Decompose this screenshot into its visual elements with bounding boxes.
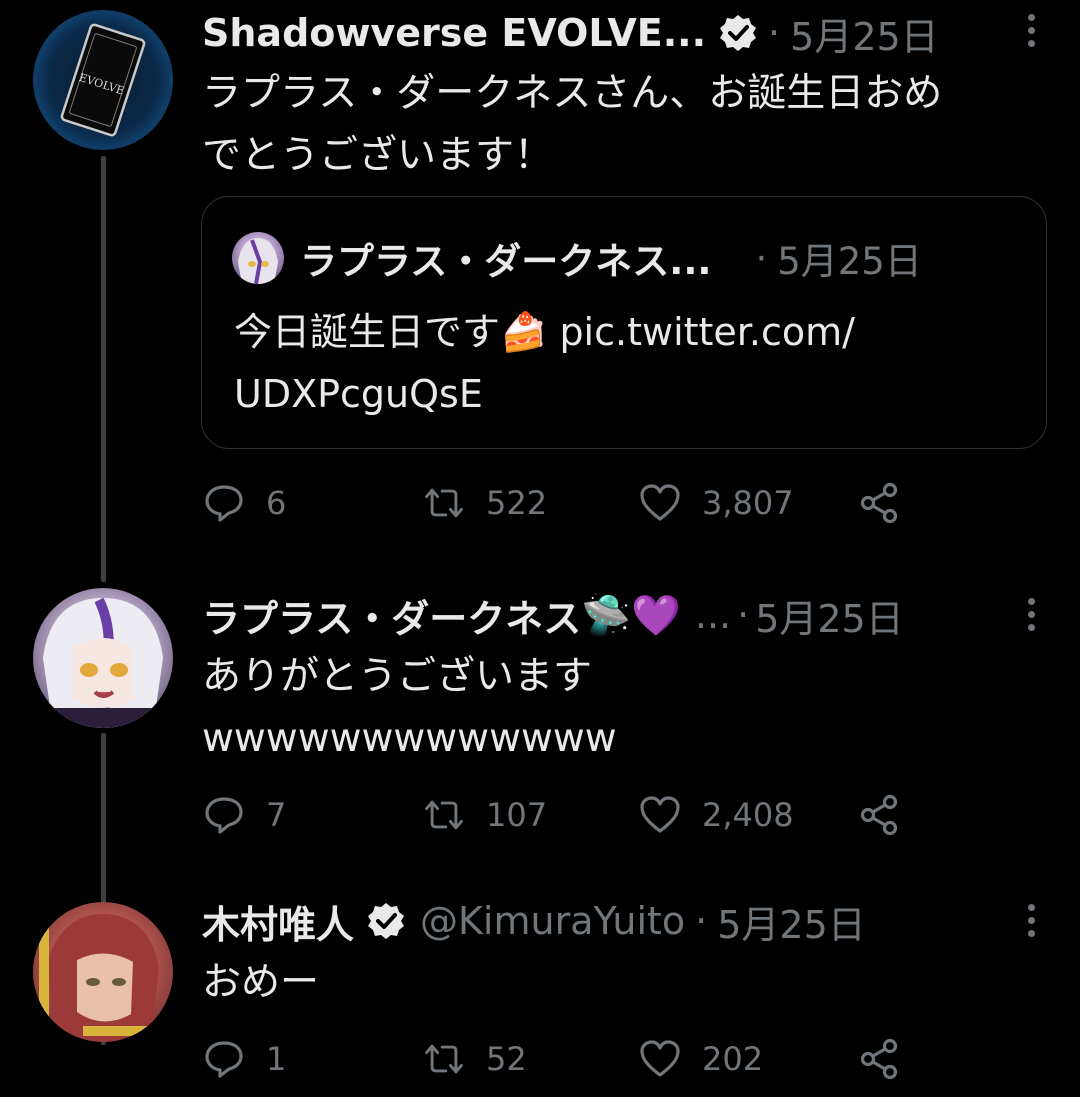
tweet-actions: 6 522 3,807 <box>202 478 922 528</box>
heart-icon <box>640 796 680 833</box>
reply-count: 7 <box>266 796 287 834</box>
more-vertical-icon[interactable] <box>1026 598 1036 638</box>
like-count: 3,807 <box>702 484 794 522</box>
tweet-text-line: おめー <box>202 960 320 1005</box>
handle-truncated: ... <box>694 593 732 637</box>
quote-avatar <box>232 232 284 284</box>
display-name[interactable]: 木村唯人 <box>202 894 354 949</box>
retweet-count: 107 <box>486 796 548 834</box>
card-logo-icon: EVOLVE <box>60 23 146 137</box>
separator-dot: · <box>755 236 768 280</box>
separator-dot: · <box>695 899 708 943</box>
share-button[interactable] <box>858 1034 922 1084</box>
quote-date[interactable]: 5月25日 <box>777 231 922 285</box>
tweet-laplus[interactable]: ラプラス・ダークネス 🛸💜 ... · 5月25日 ありがとうございます www… <box>0 580 1080 1045</box>
quote-link[interactable]: pic.twitter.com/ <box>559 310 855 354</box>
character-avatar-icon <box>43 597 163 728</box>
more-vertical-icon[interactable] <box>1026 904 1036 944</box>
display-name[interactable]: ラプラス・ダークネス <box>202 588 581 643</box>
like-button[interactable]: 202 <box>638 1034 763 1084</box>
share-button[interactable] <box>858 478 922 528</box>
reply-button[interactable]: 7 <box>202 790 286 840</box>
tweet-shadowverse[interactable]: EVOLVE Shadowverse EVOLVE... · 5月25日 ラプラ… <box>0 0 1080 582</box>
avatar-kimura[interactable] <box>33 902 173 1042</box>
separator-dot: · <box>737 593 750 637</box>
quote-link-cont[interactable]: UDXPcguQsE <box>234 363 855 425</box>
tweet-text-line: ありがとうございます <box>202 654 593 699</box>
more-vertical-icon[interactable] <box>1026 14 1036 54</box>
reply-icon <box>205 797 243 834</box>
verified-badge-icon <box>720 15 757 51</box>
separator-dot: · <box>768 11 781 55</box>
retweet-button[interactable]: 522 <box>422 478 547 528</box>
retweet-icon <box>425 1044 463 1074</box>
retweet-icon <box>425 800 463 830</box>
tweet-actions: 7 107 2,408 <box>202 790 922 840</box>
like-count: 202 <box>702 1040 764 1078</box>
avatar-shadowverse[interactable]: EVOLVE <box>33 10 173 150</box>
quote-header: ラプラス・ダークネス... · 5月25日 <box>232 231 922 285</box>
tweet-header: Shadowverse EVOLVE... · 5月25日 <box>202 6 939 61</box>
reply-count: 1 <box>266 1040 287 1078</box>
retweet-count: 52 <box>486 1040 527 1078</box>
retweet-count: 522 <box>486 484 548 522</box>
retweet-icon <box>425 488 463 518</box>
quote-text-prefix: 今日誕生日です <box>234 310 501 354</box>
reply-icon <box>205 485 243 522</box>
retweet-button[interactable]: 52 <box>422 1034 527 1084</box>
tweet-date[interactable]: 5月25日 <box>790 6 939 61</box>
tweet-date[interactable]: 5月25日 <box>755 588 904 643</box>
tweet-kimura[interactable]: 木村唯人 @KimuraYuito · 5月25日 おめー 1 52 202 <box>0 890 1080 1097</box>
quote-tweet[interactable]: ラプラス・ダークネス... · 5月25日 今日誕生日です🍰 pic.twitt… <box>201 196 1047 449</box>
verified-badge-icon <box>368 903 405 939</box>
quote-display-name[interactable]: ラプラス・ダークネス... <box>300 231 711 285</box>
avatar-laplus[interactable] <box>33 588 173 728</box>
tweet-header: 木村唯人 @KimuraYuito · 5月25日 <box>202 894 866 949</box>
cake-emoji: 🍰 <box>500 310 548 354</box>
reply-icon <box>205 1041 243 1078</box>
share-icon <box>860 1038 898 1080</box>
reply-button[interactable]: 1 <box>202 1034 286 1084</box>
tweet-text-line: ラプラス・ダークネスさん、お誕生日おめ <box>202 71 943 116</box>
share-icon <box>860 794 898 836</box>
tweet-date[interactable]: 5月25日 <box>717 894 866 949</box>
thread-line <box>101 156 106 582</box>
like-button[interactable]: 2,408 <box>638 790 794 840</box>
tweet-actions: 1 52 202 <box>202 1034 922 1084</box>
share-icon <box>860 482 898 524</box>
tweet-header: ラプラス・ダークネス 🛸💜 ... · 5月25日 <box>202 588 904 643</box>
tweet-text: ありがとうございます wwwwwwwwwwwww <box>202 646 617 770</box>
display-name[interactable]: Shadowverse EVOLVE... <box>202 11 706 55</box>
tweet-text-line: でとうございます！ <box>202 133 554 178</box>
retweet-button[interactable]: 107 <box>422 790 547 840</box>
tweet-text-line: wwwwwwwwwwwww <box>202 716 617 761</box>
like-count: 2,408 <box>702 796 794 834</box>
like-button[interactable]: 3,807 <box>638 478 794 528</box>
quote-text: 今日誕生日です🍰 pic.twitter.com/ UDXPcguQsE <box>234 301 855 425</box>
tweet-text: おめー <box>202 952 319 1014</box>
name-emojis: 🛸💜 <box>581 592 681 639</box>
tweet-text: ラプラス・ダークネスさん、お誕生日おめ でとうございます！ <box>202 63 942 187</box>
reply-button[interactable]: 6 <box>202 478 286 528</box>
share-button[interactable] <box>858 790 922 840</box>
heart-icon <box>640 484 680 521</box>
reply-count: 6 <box>266 484 287 522</box>
character-avatar-icon <box>39 913 159 1042</box>
heart-icon <box>640 1040 680 1077</box>
handle[interactable]: @KimuraYuito <box>420 899 685 943</box>
